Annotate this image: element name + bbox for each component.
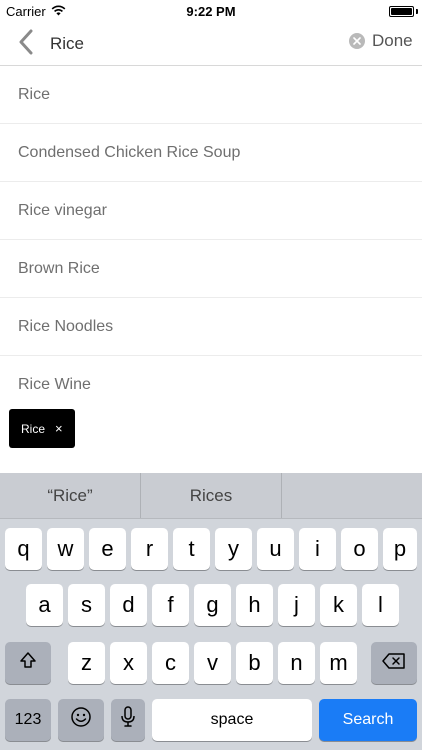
key-r[interactable]: r	[131, 528, 168, 570]
shift-icon	[18, 650, 38, 676]
back-button[interactable]	[12, 29, 40, 59]
search-key[interactable]: Search	[319, 699, 417, 741]
status-time: 9:22 PM	[186, 4, 236, 19]
key-z[interactable]: z	[68, 642, 105, 684]
prediction-item[interactable]	[282, 473, 422, 518]
key-e[interactable]: e	[89, 528, 126, 570]
dictation-key[interactable]	[111, 699, 145, 741]
done-button[interactable]: Done	[372, 31, 413, 51]
key-h[interactable]: h	[236, 584, 273, 626]
selected-chip[interactable]: Rice ×	[9, 409, 75, 448]
key-y[interactable]: y	[215, 528, 252, 570]
key-j[interactable]: j	[278, 584, 315, 626]
search-input[interactable]	[50, 30, 340, 58]
backspace-icon	[382, 650, 406, 676]
key-o[interactable]: o	[341, 528, 378, 570]
key-a[interactable]: a	[26, 584, 63, 626]
key-n[interactable]: n	[278, 642, 315, 684]
predictive-bar: “Rice” Rices	[0, 473, 422, 519]
delete-key[interactable]	[371, 642, 417, 684]
keyboard: “Rice” Rices q w e r t y u i o p a s d f…	[0, 473, 422, 750]
key-s[interactable]: s	[68, 584, 105, 626]
key-i[interactable]: i	[299, 528, 336, 570]
key-u[interactable]: u	[257, 528, 294, 570]
key-t[interactable]: t	[173, 528, 210, 570]
prediction-item[interactable]: “Rice”	[0, 473, 141, 518]
shift-key[interactable]	[5, 642, 51, 684]
prediction-item[interactable]: Rices	[141, 473, 282, 518]
key-w[interactable]: w	[47, 528, 84, 570]
key-l[interactable]: l	[362, 584, 399, 626]
list-item[interactable]: Rice vinegar	[0, 182, 422, 240]
emoji-key[interactable]	[58, 699, 104, 741]
chevron-left-icon	[18, 29, 34, 60]
chip-remove-icon[interactable]: ×	[55, 422, 63, 435]
key-m[interactable]: m	[320, 642, 357, 684]
key-p[interactable]: p	[383, 528, 417, 570]
clear-search-button[interactable]	[349, 33, 365, 49]
key-x[interactable]: x	[110, 642, 147, 684]
close-icon	[353, 32, 361, 50]
emoji-icon	[70, 706, 92, 734]
key-q[interactable]: q	[5, 528, 42, 570]
key-b[interactable]: b	[236, 642, 273, 684]
microphone-icon	[121, 706, 135, 734]
list-item[interactable]: Rice Noodles	[0, 298, 422, 356]
battery-icon	[389, 6, 414, 17]
key-g[interactable]: g	[194, 584, 231, 626]
key-k[interactable]: k	[320, 584, 357, 626]
list-item[interactable]: Brown Rice	[0, 240, 422, 298]
list-item[interactable]: Condensed Chicken Rice Soup	[0, 124, 422, 182]
list-item[interactable]: Rice Wine	[0, 356, 422, 414]
battery-tip	[416, 9, 418, 14]
key-d[interactable]: d	[110, 584, 147, 626]
key-c[interactable]: c	[152, 642, 189, 684]
status-bar: Carrier 9:22 PM	[0, 0, 422, 22]
space-key[interactable]: space	[152, 699, 312, 741]
key-v[interactable]: v	[194, 642, 231, 684]
results-list: Rice Condensed Chicken Rice Soup Rice vi…	[0, 66, 422, 414]
search-bar: Done	[0, 22, 422, 66]
list-item[interactable]: Rice	[0, 66, 422, 124]
numbers-key[interactable]: 123	[5, 699, 51, 741]
key-f[interactable]: f	[152, 584, 189, 626]
chip-label: Rice	[21, 421, 46, 436]
